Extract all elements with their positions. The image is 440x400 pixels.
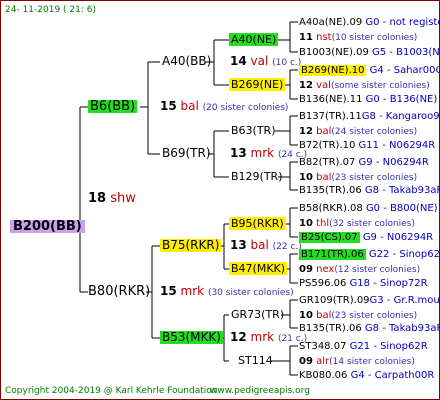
gen4-row: 10 thl(32 sister colonies) [299,218,415,229]
queen-gen3-a40ne: A40(NE) [229,33,279,46]
queen-gen3-gr73: GR73(TR) [231,308,285,321]
footer-site-link[interactable]: www.pedigreeapis.org [210,385,310,398]
gen4-row: B171(TR).06 G22 - Sinop62R [299,249,440,260]
gen4-row: 10 bal(23 sister colonies) [299,172,418,183]
gen4-row: ST348.07 G21 - Sinop62R [299,341,428,352]
gen4-row: 09 nex(12 sister colonies) [299,264,421,275]
gen4-row: B25(CS).07 G9 - N06294R [299,232,434,243]
gen4-row: 09 alr(14 sister colonies) [299,356,415,367]
gen4-row: 10 bal(23 sister colonies) [299,310,418,321]
gen4-row: GR109(TR).09G3 - Gr.R.mounta [299,295,440,306]
gen4-row: B137(TR).11G8 - Kangaroo98R [299,111,440,122]
root-queen: B200(BB) [10,220,85,233]
queen-gen3-st114: ST114 [238,354,273,367]
queen-gen3-b47: B47(MKK) [229,262,288,275]
gen1-b6-info: 18 shw [88,191,136,206]
gen1-b80-info: 15 mrk (30 sister colonies) [160,284,294,299]
queen-gen2-b69: B69(TR) [162,146,211,160]
gen2-b53-info: 12 mrk (21 c.) [230,330,308,345]
queen-gen3-b95: B95(RKR) [229,217,286,230]
queen-gen2-b75: B75(RKR) [160,238,222,252]
gen4-row: B135(TR).06 G8 - Takab93aR [299,185,440,196]
gen2-a40-info: 14 val (10 c.) [230,54,302,69]
queen-gen2-b53: B53(MKK) [160,330,223,344]
gen4-row: 11 nst(10 sister colonies) [299,32,418,43]
gen4-row: B136(NE).11 G0 - B136(NE) [299,94,438,105]
gen4-row: B269(NE).10 G4 - Sahar00Q [299,65,440,76]
gen2-b75-info: 13 bal (22 c.) [230,238,302,253]
gen2-b6-info: 15 bal (20 sister colonies) [160,99,289,114]
gen4-row: B82(TR).07 G9 - N06294R [299,157,429,168]
queen-gen1-b6: B6(BB) [88,99,138,114]
gen4-row: B58(RKR).08 G0 - B800(NE) [299,203,438,214]
queen-gen3-b63: B63(TR) [231,124,276,137]
report-date: 24- 11-2019 ( 21: 6) [5,5,96,15]
gen4-row: B135(TR).06 G8 - Takab93aR [299,323,440,334]
gen2-b69-info: 13 mrk (24 c.) [230,146,308,161]
queen-gen3-b269: B269(NE) [229,78,286,91]
gen4-row: KB080.06 G4 - Carpath00R [299,370,435,381]
gen4-row: 12 bal(24 sister colonies) [299,126,418,137]
footer-copyright: Copyright 2004-2019 @ Karl Kehrle Founda… [5,386,218,396]
gen4-row: PS596.06 G18 - Sinop72R [299,278,428,289]
queen-gen3-b129: B129(TR) [231,170,283,183]
gen4-row: A40a(NE).09 G0 - not registe [299,17,440,28]
gen4-row: B1003(NE).09 G5 - B1003(NE) [299,47,440,58]
queen-gen2-a40bb: A40(BB) [162,54,212,68]
gen4-row: 12 val(some sister colonies) [299,80,430,91]
queen-gen1-b80: B80(RKR) [88,284,151,299]
gen4-row: B72(TR).10 G11 - N06294R [299,140,436,151]
